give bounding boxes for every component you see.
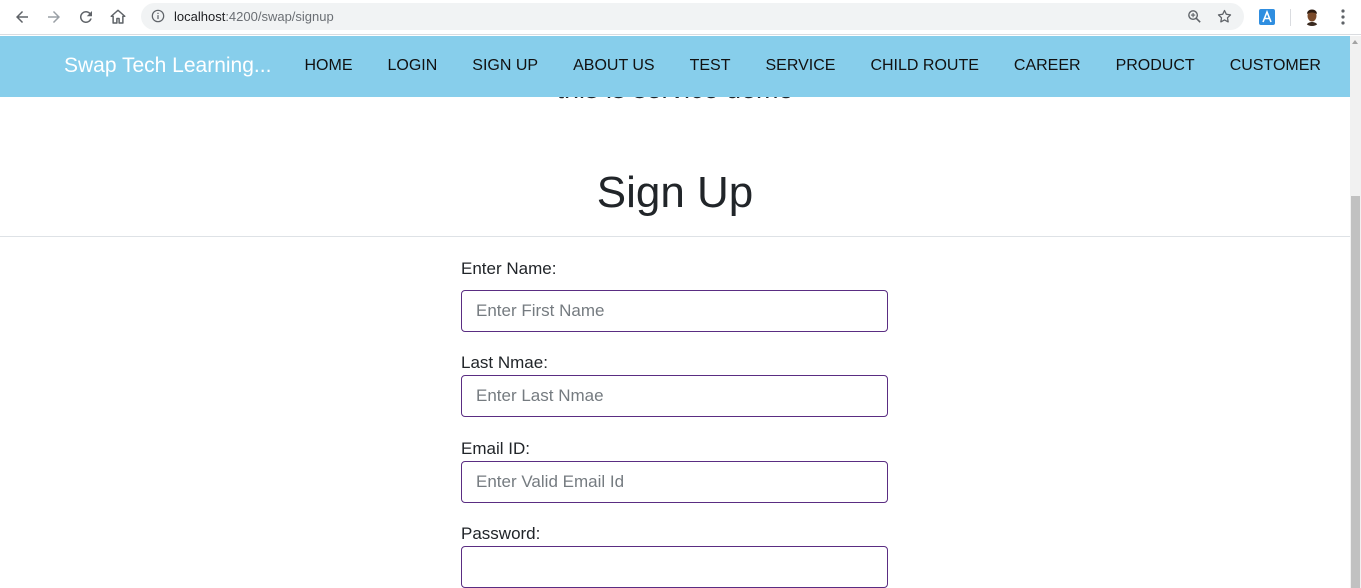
- page-content: this is service demo Sign Up Enter Name:…: [0, 36, 1350, 588]
- nav-links: HOME LOGIN SIGN UP ABOUT US TEST SERVICE…: [287, 57, 1338, 75]
- nav-link-home[interactable]: HOME: [287, 57, 370, 75]
- nav-link-service[interactable]: SERVICE: [748, 57, 853, 75]
- email-label: Email ID:: [461, 439, 530, 458]
- nav-link-login[interactable]: LOGIN: [370, 57, 455, 75]
- page-scrollbar[interactable]: [1350, 36, 1361, 588]
- toolbar-separator: [1290, 9, 1291, 26]
- nav-link-product[interactable]: PRODUCT: [1098, 57, 1212, 75]
- last-name-label: Last Nmae:: [461, 353, 548, 372]
- back-button[interactable]: [11, 6, 33, 28]
- app-navbar: Swap Tech Learning... HOME LOGIN SIGN UP…: [0, 36, 1350, 97]
- nav-link-career[interactable]: CAREER: [996, 57, 1098, 75]
- scroll-up-arrow-icon[interactable]: [1352, 40, 1358, 44]
- nav-link-child-route[interactable]: CHILD ROUTE: [853, 57, 996, 75]
- info-icon[interactable]: [151, 9, 165, 23]
- home-button[interactable]: [107, 6, 129, 28]
- password-label: Password:: [461, 524, 541, 543]
- title-divider: [0, 236, 1350, 237]
- zoom-icon[interactable]: [1186, 8, 1203, 25]
- nav-link-about-us[interactable]: ABOUT US: [556, 57, 673, 75]
- nav-link-signup[interactable]: SIGN UP: [455, 57, 556, 75]
- back-arrow-icon: [16, 11, 28, 23]
- scroll-thumb[interactable]: [1351, 196, 1360, 588]
- profile-avatar-icon: [1306, 9, 1318, 26]
- reload-icon: [79, 10, 92, 23]
- forward-arrow-icon: [48, 11, 60, 23]
- first-name-input[interactable]: [461, 290, 888, 332]
- reload-button[interactable]: [75, 6, 97, 28]
- password-input[interactable]: [461, 546, 888, 588]
- kebab-menu-icon[interactable]: [1336, 8, 1350, 26]
- brand-link[interactable]: Swap Tech Learning...: [64, 54, 271, 78]
- last-name-input[interactable]: [461, 375, 888, 417]
- nav-link-test[interactable]: TEST: [672, 57, 748, 75]
- nav-link-customer[interactable]: CUSTOMER: [1212, 57, 1338, 75]
- bookmark-star-icon[interactable]: [1216, 8, 1233, 25]
- address-bar[interactable]: localhost:4200/swap/signup: [141, 3, 1244, 30]
- home-icon: [110, 9, 126, 24]
- extension-icon[interactable]: [1258, 8, 1276, 26]
- name-label: Enter Name:: [461, 259, 557, 278]
- browser-toolbar: localhost:4200/swap/signup: [0, 0, 1361, 35]
- profile-avatar[interactable]: [1303, 8, 1321, 26]
- email-input[interactable]: [461, 461, 888, 503]
- forward-button[interactable]: [43, 6, 65, 28]
- url-text[interactable]: localhost:4200/swap/signup: [174, 9, 334, 24]
- page-title: Sign Up: [596, 168, 754, 217]
